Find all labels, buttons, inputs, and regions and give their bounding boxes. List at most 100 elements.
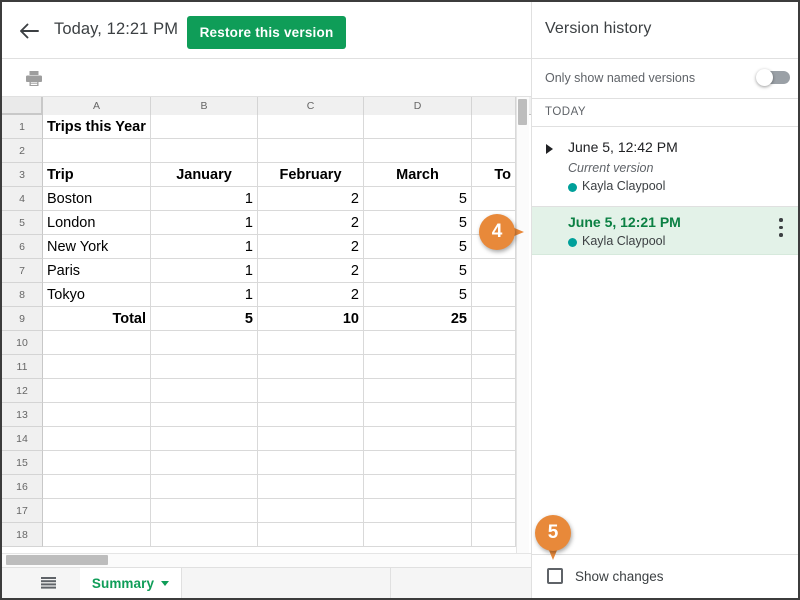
row-header-9[interactable]: 9 [2,307,43,331]
grid-cell-A12[interactable] [43,379,151,403]
grid-cell-C16[interactable] [258,475,364,499]
grid-cell-D1[interactable] [364,115,472,139]
grid-cell-C14[interactable] [258,427,364,451]
row-header-5[interactable]: 5 [2,211,43,235]
grid-cell-E2[interactable] [472,139,516,163]
grid-cell-D18[interactable] [364,523,472,547]
grid-cell-C2[interactable] [258,139,364,163]
grid-cell-E3[interactable]: To [472,163,516,187]
select-all-corner[interactable] [2,97,43,115]
grid-cell-E8[interactable] [472,283,516,307]
version-list-item-selected[interactable]: June 5, 12:21 PM Kayla Claypool [532,207,798,255]
grid-cell-B9[interactable]: 5 [151,307,258,331]
grid-cell-B11[interactable] [151,355,258,379]
row-header-10[interactable]: 10 [2,331,43,355]
grid-cell-D13[interactable] [364,403,472,427]
grid-cell-E13[interactable] [472,403,516,427]
chevron-down-icon[interactable] [161,581,170,586]
grid-cell-A17[interactable] [43,499,151,523]
row-header-11[interactable]: 11 [2,355,43,379]
grid-cell-D5[interactable]: 5 [364,211,472,235]
grid-cell-A5[interactable]: London [43,211,151,235]
grid-cell-A9[interactable]: Total [43,307,151,331]
grid-cell-D16[interactable] [364,475,472,499]
spreadsheet-grid[interactable]: ABCD 1 2 3 4 5 6 7 8 9 10 11 12 13 14 15 16 17 18 Trips t… [2,97,531,553]
grid-cell-C11[interactable] [258,355,364,379]
grid-cell-C9[interactable]: 10 [258,307,364,331]
grid-cell-E15[interactable] [472,451,516,475]
grid-cell-A3[interactable]: Trip [43,163,151,187]
column-header-a[interactable]: A [43,97,151,115]
grid-cell-B15[interactable] [151,451,258,475]
back-arrow-icon[interactable] [16,18,42,44]
row-header-18[interactable]: 18 [2,523,43,547]
expand-triangle-icon[interactable] [546,144,553,154]
grid-cell-B3[interactable]: January [151,163,258,187]
print-icon[interactable] [25,70,43,87]
grid-cell-D6[interactable]: 5 [364,235,472,259]
grid-cell-C3[interactable]: February [258,163,364,187]
grid-cell-B2[interactable] [151,139,258,163]
grid-cell-A16[interactable] [43,475,151,499]
grid-cell-B13[interactable] [151,403,258,427]
grid-cell-E12[interactable] [472,379,516,403]
column-header-c[interactable]: C [258,97,364,115]
grid-cell-D4[interactable]: 5 [364,187,472,211]
grid-cell-E16[interactable] [472,475,516,499]
grid-cell-D8[interactable]: 5 [364,283,472,307]
grid-cell-E9[interactable] [472,307,516,331]
grid-cell-D9[interactable]: 25 [364,307,472,331]
grid-cell-E1[interactable] [472,115,516,139]
grid-cell-D12[interactable] [364,379,472,403]
column-header-d[interactable]: D [364,97,472,115]
grid-cell-B16[interactable] [151,475,258,499]
grid-cell-A6[interactable]: New York [43,235,151,259]
row-header-14[interactable]: 14 [2,427,43,451]
row-header-2[interactable]: 2 [2,139,43,163]
grid-cell-A11[interactable] [43,355,151,379]
grid-cell-B18[interactable] [151,523,258,547]
show-changes-checkbox[interactable] [547,568,563,584]
grid-cell-A8[interactable]: Tokyo [43,283,151,307]
grid-cell-C10[interactable] [258,331,364,355]
grid-cell-C13[interactable] [258,403,364,427]
grid-cell-E18[interactable] [472,523,516,547]
grid-cell-A10[interactable] [43,331,151,355]
grid-cell-C15[interactable] [258,451,364,475]
vertical-scrollbar-track[interactable] [516,97,529,553]
version-list-item[interactable]: June 5, 12:42 PM Current version Kayla C… [532,127,798,207]
grid-cell-B8[interactable]: 1 [151,283,258,307]
row-header-4[interactable]: 4 [2,187,43,211]
grid-cell-B10[interactable] [151,331,258,355]
show-changes-row[interactable]: Show changes [532,555,798,598]
vertical-scrollbar-thumb[interactable] [518,99,527,125]
grid-cell-C1[interactable] [258,115,364,139]
grid-cell-D7[interactable]: 5 [364,259,472,283]
grid-cell-E4[interactable] [472,187,516,211]
grid-cell-B7[interactable]: 1 [151,259,258,283]
grid-cell-A15[interactable] [43,451,151,475]
grid-cell-A4[interactable]: Boston [43,187,151,211]
grid-cell-B6[interactable]: 1 [151,235,258,259]
grid-cell-C4[interactable]: 2 [258,187,364,211]
row-header-8[interactable]: 8 [2,283,43,307]
grid-cell-D3[interactable]: March [364,163,472,187]
grid-cell-D10[interactable] [364,331,472,355]
only-show-named-versions-row[interactable]: Only show named versions [532,59,798,98]
grid-cell-D15[interactable] [364,451,472,475]
grid-cell-C8[interactable]: 2 [258,283,364,307]
grid-cell-B17[interactable] [151,499,258,523]
grid-cell-C17[interactable] [258,499,364,523]
grid-cell-C5[interactable]: 2 [258,211,364,235]
all-sheets-icon[interactable] [40,576,57,591]
grid-cell-D14[interactable] [364,427,472,451]
grid-cell-E11[interactable] [472,355,516,379]
column-header-b[interactable]: B [151,97,258,115]
grid-cell-B1[interactable] [151,115,258,139]
grid-cell-E10[interactable] [472,331,516,355]
grid-cell-B14[interactable] [151,427,258,451]
grid-cell-A1[interactable]: Trips this Year [43,115,151,139]
grid-cell-E14[interactable] [472,427,516,451]
grid-cell-B12[interactable] [151,379,258,403]
grid-cell-D2[interactable] [364,139,472,163]
